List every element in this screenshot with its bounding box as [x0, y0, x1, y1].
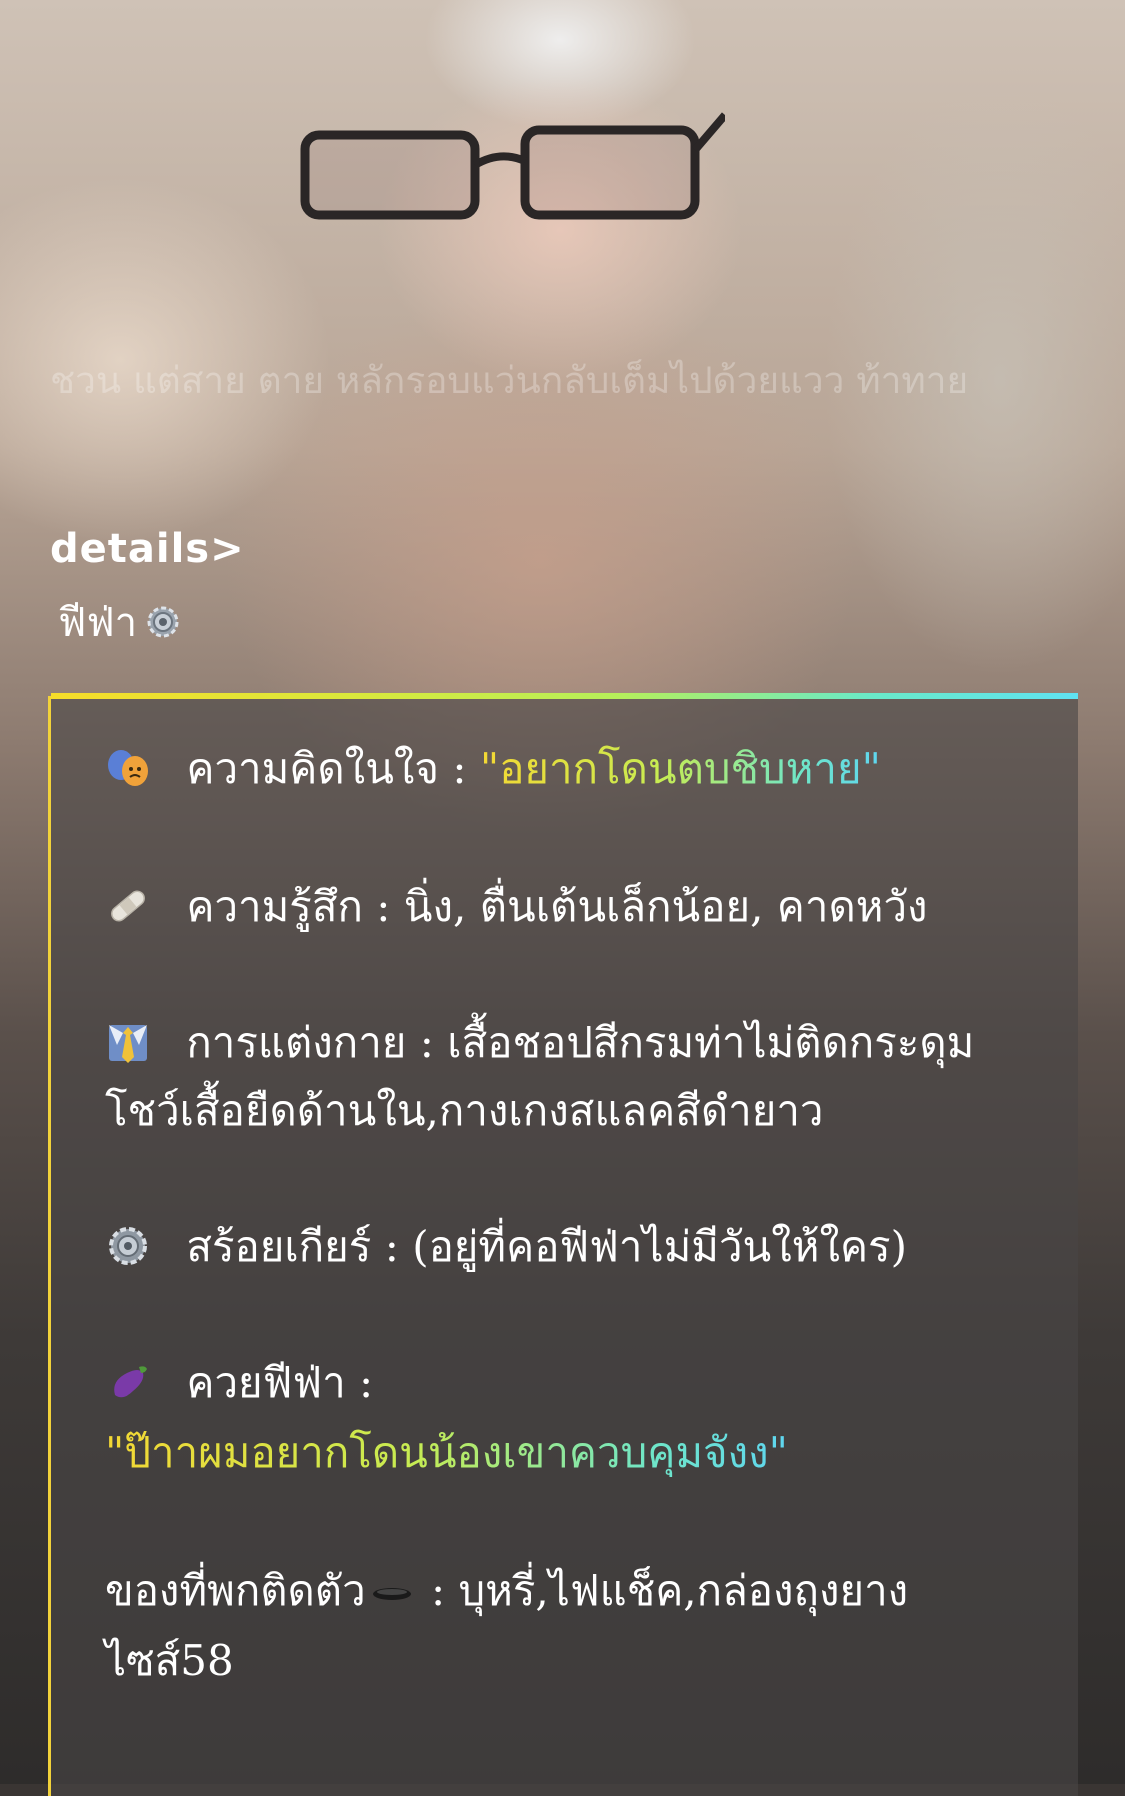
hole-icon: [372, 1588, 411, 1600]
penis-quote: "ป๊าาผมอยากโดนน้องเขาควบคุมจังง": [105, 1428, 788, 1477]
outfit-row: การแต่งกาย : เสื้อชอปสีกรมท่าไม่ติดกระดุ…: [105, 1008, 1038, 1078]
outfit-line2: โชว์เสื้อยืดด้านใน,กางเกงสแลคสีดำยาว: [105, 1086, 824, 1135]
outfit-line1: การแต่งกาย : เสื้อชอปสีกรมท่าไม่ติดกระดุ…: [186, 1018, 975, 1067]
penis-label: ควยฟีฟ่า :: [186, 1358, 374, 1407]
character-name: ฟีฟ่า: [58, 600, 138, 646]
outfit-row-cont: โชว์เสื้อยืดด้านใน,กางเกงสแลคสีดำยาว: [105, 1076, 1038, 1146]
necklace-text: สร้อยเกียร์ : (อยู่ที่คอฟีฟ่าไม่มีวันให้…: [186, 1222, 908, 1271]
items-row-cont: ไซส์58: [105, 1626, 1038, 1696]
character-card: ความคิดในใจ : "อยากโดนตบชิบหาย" ความรู้ส…: [48, 693, 1078, 1796]
details-toggle[interactable]: details>: [50, 526, 245, 572]
gear-icon: [109, 1227, 147, 1265]
thought-row: ความคิดในใจ : "อยากโดนตบชิบหาย": [105, 734, 1038, 804]
eggplant-icon: [114, 1366, 147, 1398]
thought-quote: "อยากโดนตบชิบหาย": [479, 744, 881, 793]
glasses-illustration: [300, 112, 725, 220]
feeling-text: ความรู้สึก : นิ่ง, ตื่นเต้นเล็กน้อย, คาด…: [186, 882, 928, 931]
thought-label: ความคิดในใจ :: [186, 744, 480, 793]
theater-masks-icon: [108, 750, 148, 786]
items-line1: : บุหรี่,ไฟแช็ค,กล่องถุงยาง: [417, 1566, 909, 1615]
items-row: ของที่พกติดตัว : บุหรี่,ไฟแช็ค,กล่องถุงย…: [105, 1556, 1038, 1626]
bandage-icon: [111, 890, 145, 922]
gear-icon: [147, 606, 179, 638]
items-line2: ไซส์58: [105, 1636, 234, 1685]
card-gradient-border: [51, 693, 1078, 699]
necktie-icon: [109, 1025, 147, 1063]
necklace-row: สร้อยเกียร์ : (อยู่ที่คอฟีฟ่าไม่มีวันให้…: [105, 1212, 1038, 1282]
penis-quote-row: "ป๊าาผมอยากโดนน้องเขาควบคุมจังง": [105, 1418, 1038, 1488]
background-caption: ชวน แต่สาย ตาย หลักรอบแว่นกลับเต็มไปด้วย…: [50, 359, 969, 402]
items-label: ของที่พกติดตัว: [105, 1566, 366, 1615]
character-name-line: ฟีฟ่า: [58, 590, 183, 654]
penis-row: ควยฟีฟ่า :: [105, 1348, 1038, 1418]
feeling-row: ความรู้สึก : นิ่ง, ตื่นเต้นเล็กน้อย, คาด…: [105, 872, 1038, 942]
